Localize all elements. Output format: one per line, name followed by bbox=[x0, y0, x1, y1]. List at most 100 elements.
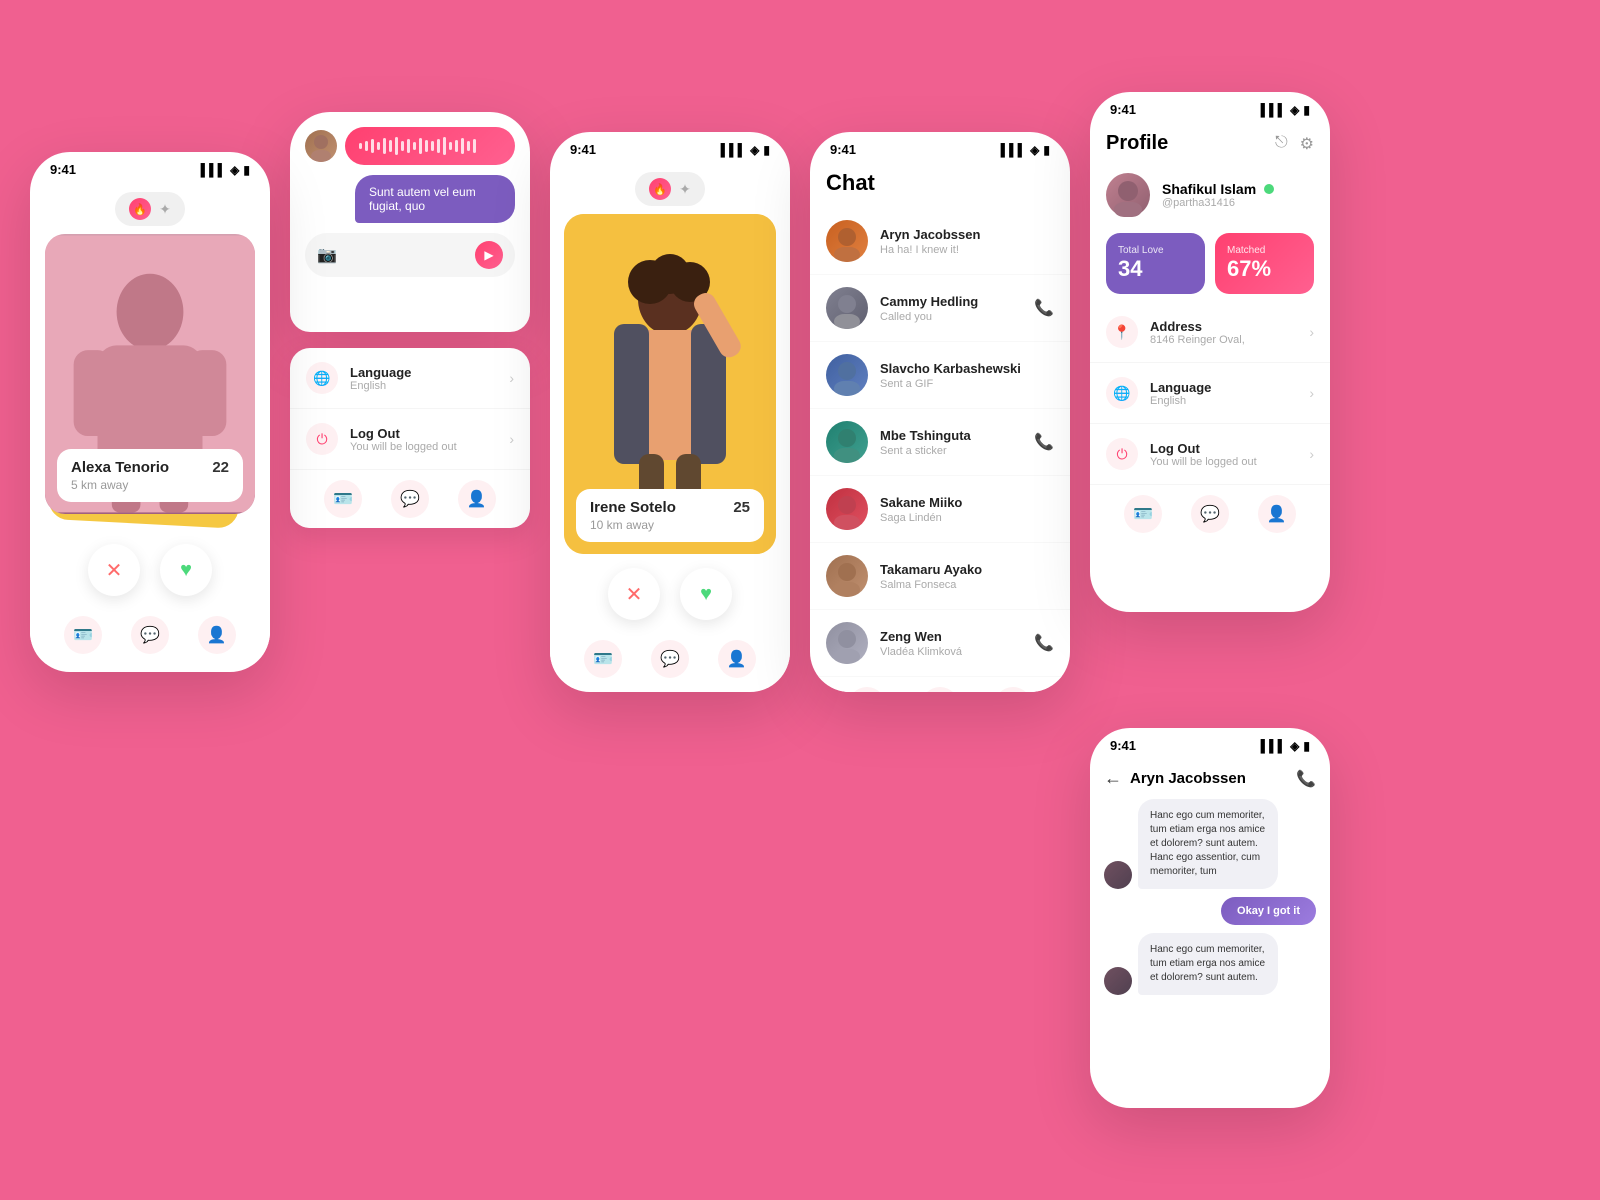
nav-card-s[interactable]: 🪪 bbox=[324, 480, 362, 518]
status-icons-4: ▌▌▌ ◈ ▮ bbox=[1001, 143, 1050, 157]
profile-title: Profile bbox=[1106, 132, 1168, 155]
chat-info-takamaru: Takamaru Ayako Salma Fonseca bbox=[880, 562, 1054, 591]
card-info-3: 25 Irene Sotelo 10 km away bbox=[576, 489, 764, 542]
bottom-nav-1: 🪪 💬 👤 bbox=[30, 606, 270, 664]
profile-user-row: Shafikul Islam @partha31416 bbox=[1090, 165, 1330, 225]
chat-item-slavcho[interactable]: Slavcho Karbashewski Sent a GIF bbox=[810, 342, 1070, 409]
nav-profile-4[interactable]: 👤 bbox=[994, 687, 1032, 692]
profile-item-logout[interactable]: ⏻ Log Out You will be logged out › bbox=[1090, 424, 1330, 485]
chat-info-sakane: Sakane Miiko Saga Lindén bbox=[880, 495, 1054, 524]
send-button[interactable]: ▶ bbox=[475, 241, 503, 269]
action-buttons: ✕ ♥ bbox=[30, 544, 270, 596]
arrow-address: › bbox=[1309, 324, 1314, 340]
fire-icon-3: 🔥 bbox=[649, 178, 671, 200]
card-name: Alexa Tenorio bbox=[71, 459, 229, 476]
logout-sub: You will be logged out bbox=[350, 441, 497, 453]
avatar-mbe bbox=[826, 421, 868, 463]
arrow-lang-p: › bbox=[1309, 385, 1314, 401]
bottom-nav-settings: 🪪 💬 👤 bbox=[290, 470, 530, 528]
nav-profile-1[interactable]: 👤 bbox=[198, 616, 236, 654]
battery-icon: ▮ bbox=[243, 163, 250, 177]
battery-icon-6: ▮ bbox=[1303, 739, 1310, 753]
time-1: 9:41 bbox=[50, 162, 76, 177]
chat-item-aryn[interactable]: Aryn Jacobssen Ha ha! I knew it! bbox=[810, 208, 1070, 275]
avatar-aryn bbox=[826, 220, 868, 262]
card-name-3: Irene Sotelo bbox=[590, 499, 750, 516]
nav-chat-4[interactable]: 💬 bbox=[921, 687, 959, 692]
signal-icon-3: ▌▌▌ bbox=[721, 143, 747, 157]
phone-dating-card-1: 9:41 ▌▌▌ ◈ ▮ 🔥 ✦ bbox=[30, 152, 270, 672]
chat-title: Chat bbox=[810, 162, 1070, 208]
profile-user-info: Shafikul Islam @partha31416 bbox=[1162, 181, 1274, 209]
settings-item-logout[interactable]: ⏻ Log Out You will be logged out › bbox=[290, 409, 530, 470]
nav-card-4[interactable]: 🪪 bbox=[848, 687, 886, 692]
dislike-button[interactable]: ✕ bbox=[88, 544, 140, 596]
online-indicator bbox=[1264, 184, 1274, 194]
chat-item-cammy[interactable]: Cammy Hedling Called you 📞 bbox=[810, 275, 1070, 342]
call-button[interactable]: 📞 bbox=[1296, 769, 1316, 789]
like-button[interactable]: ♥ bbox=[160, 544, 212, 596]
status-bar-4: 9:41 ▌▌▌ ◈ ▮ bbox=[810, 132, 1070, 162]
chat-item-mbe[interactable]: Mbe Tshinguta Sent a sticker 📞 bbox=[810, 409, 1070, 476]
call-icon-zeng: 📞 bbox=[1034, 633, 1054, 653]
settings-item-language[interactable]: 🌐 Language English › bbox=[290, 348, 530, 409]
nav-chat-s[interactable]: 💬 bbox=[391, 480, 429, 518]
chat-item-takamaru[interactable]: Takamaru Ayako Salma Fonseca bbox=[810, 543, 1070, 610]
nav-profile-5[interactable]: 👤 bbox=[1258, 495, 1296, 533]
settings-card: 🌐 Language English › ⏻ Log Out You will … bbox=[290, 348, 530, 528]
share-icon[interactable]: ⎋ bbox=[1275, 134, 1288, 154]
call-icon-mbe: 📞 bbox=[1034, 432, 1054, 452]
chat-info-zeng: Zeng Wen Vladéa Klimková bbox=[880, 629, 1022, 658]
time-6: 9:41 bbox=[1110, 738, 1136, 753]
audio-message[interactable] bbox=[345, 127, 515, 165]
nav-card-5[interactable]: 🪪 bbox=[1124, 495, 1162, 533]
nav-profile-3[interactable]: 👤 bbox=[718, 640, 756, 678]
logout-label: Log Out bbox=[350, 426, 497, 441]
status-icons-3: ▌▌▌ ◈ ▮ bbox=[721, 143, 770, 157]
nav-chat-1[interactable]: 💬 bbox=[131, 616, 169, 654]
chat-header: ← Aryn Jacobssen 📞 bbox=[1090, 758, 1330, 799]
chat-item-sakane[interactable]: Sakane Miiko Saga Lindén bbox=[810, 476, 1070, 543]
address-icon: 📍 bbox=[1106, 316, 1138, 348]
signal-icon-6: ▌▌▌ bbox=[1261, 739, 1287, 753]
card-stack: 22 Alexa Tenorio 5 km away bbox=[45, 234, 255, 534]
profile-name: Shafikul Islam bbox=[1162, 181, 1274, 197]
profile-item-language[interactable]: 🌐 Language English › bbox=[1090, 363, 1330, 424]
nav-card-3[interactable]: 🪪 bbox=[584, 640, 622, 678]
star-icon: ✦ bbox=[159, 201, 171, 218]
nav-card-1[interactable]: 🪪 bbox=[64, 616, 102, 654]
signal-icon-5: ▌▌▌ bbox=[1261, 103, 1287, 117]
sender-avatar bbox=[305, 130, 337, 162]
chat-input-row[interactable]: 📷 ▶ bbox=[305, 233, 515, 277]
dislike-button-3[interactable]: ✕ bbox=[608, 568, 660, 620]
love-label: Total Love bbox=[1118, 245, 1193, 256]
contact-avatar-small-2 bbox=[1104, 967, 1132, 995]
matched-value: 67% bbox=[1227, 256, 1302, 282]
settings-icon[interactable]: ⚙ bbox=[1300, 134, 1314, 154]
card-age-3: 25 bbox=[733, 499, 750, 516]
phone-chat-conversation: 9:41 ▌▌▌ ◈ ▮ ← Aryn Jacobssen 📞 Hanc ego… bbox=[1090, 728, 1330, 1108]
status-icons-5: ▌▌▌ ◈ ▮ bbox=[1261, 103, 1310, 117]
card-front[interactable]: 22 Alexa Tenorio 5 km away bbox=[45, 234, 255, 514]
chat-item-zeng[interactable]: Zeng Wen Vladéa Klimková 📞 bbox=[810, 610, 1070, 677]
nav-profile-s[interactable]: 👤 bbox=[458, 480, 496, 518]
profile-item-address[interactable]: 📍 Address 8146 Reinger Oval, › bbox=[1090, 302, 1330, 363]
battery-icon-3: ▮ bbox=[763, 143, 770, 157]
logout-icon-p: ⏻ bbox=[1106, 438, 1138, 470]
chat-contact-name: Aryn Jacobssen bbox=[1130, 770, 1288, 787]
chat-info-slavcho: Slavcho Karbashewski Sent a GIF bbox=[880, 361, 1054, 390]
phone-profile: 9:41 ▌▌▌ ◈ ▮ Profile ⎋ ⚙ bbox=[1090, 92, 1330, 612]
nav-chat-5[interactable]: 💬 bbox=[1191, 495, 1229, 533]
arrow-logout-p: › bbox=[1309, 446, 1314, 462]
lang-icon-p: 🌐 bbox=[1106, 377, 1138, 409]
settings-text-logout: Log Out You will be logged out bbox=[350, 426, 497, 453]
nav-chat-3[interactable]: 💬 bbox=[651, 640, 689, 678]
profile-header: Profile ⎋ ⚙ bbox=[1090, 122, 1330, 165]
like-button-3[interactable]: ♥ bbox=[680, 568, 732, 620]
stats-row: Total Love 34 Matched 67% bbox=[1090, 225, 1330, 302]
language-icon: 🌐 bbox=[306, 362, 338, 394]
mode-toggle[interactable]: 🔥 ✦ bbox=[115, 192, 185, 226]
mode-toggle-3[interactable]: 🔥 ✦ bbox=[635, 172, 705, 206]
avatar-zeng bbox=[826, 622, 868, 664]
back-button[interactable]: ← bbox=[1104, 768, 1122, 789]
